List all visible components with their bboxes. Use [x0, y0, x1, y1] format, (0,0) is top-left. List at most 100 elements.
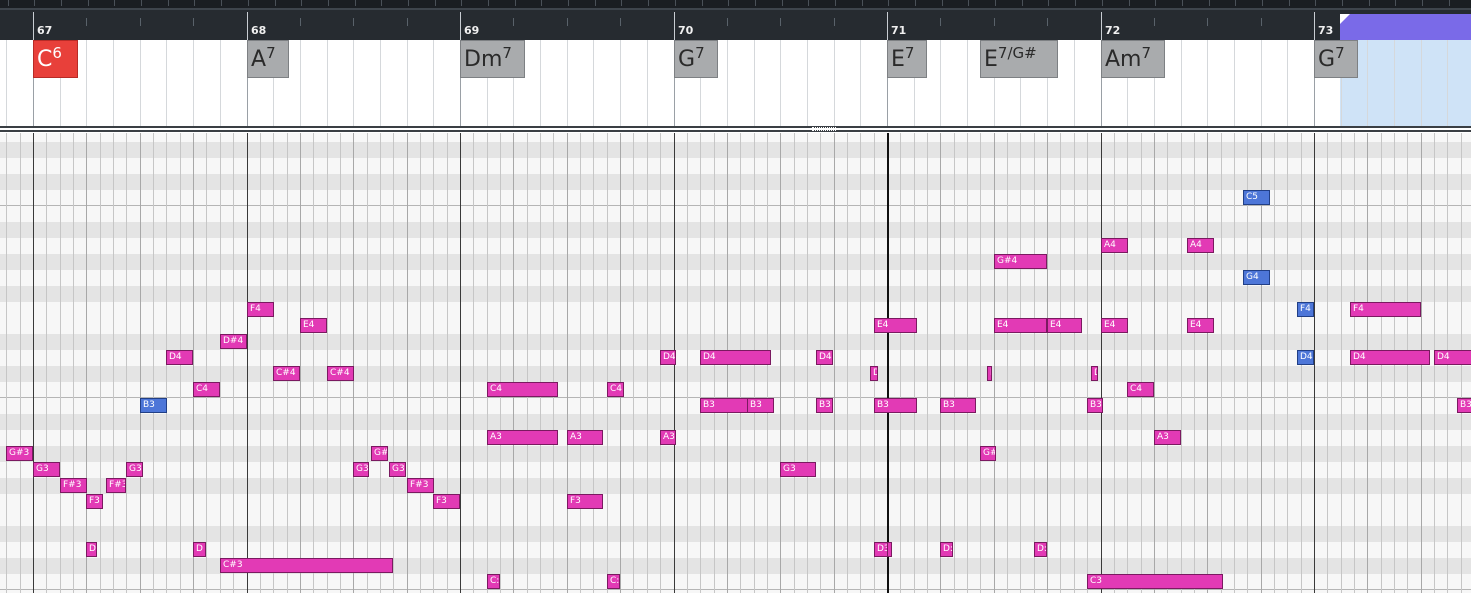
ruler-beat-tick	[1261, 18, 1262, 26]
note-event[interactable]: C#4	[327, 366, 354, 381]
note-event[interactable]: G4	[1243, 270, 1270, 285]
grid-sixteenth-line	[807, 133, 808, 593]
note-event[interactable]: G#4	[994, 254, 1047, 269]
note-event[interactable]: G#3	[6, 446, 33, 461]
cycle-range-handle[interactable]	[1340, 14, 1350, 24]
ruler-top-tick	[888, 0, 889, 6]
note-event[interactable]: G3	[353, 462, 369, 477]
chord-event[interactable]: Dm7	[460, 40, 525, 78]
ruler-top-tick	[141, 0, 142, 6]
note-grid[interactable]: G#3 G3 F#3 F3 F#3 G3 B3 D4 C4 D D D#4 F4 C#4 E4 C#4 C#3 G…	[0, 133, 1471, 593]
note-event[interactable]: E4	[994, 318, 1047, 333]
note-event[interactable]: C4	[1127, 382, 1154, 397]
note-event[interactable]: D	[1091, 366, 1098, 381]
note-event[interactable]: G3	[780, 462, 816, 477]
divider-grip-handle[interactable]	[812, 127, 836, 131]
note-event[interactable]: C3	[1087, 574, 1223, 589]
note-event[interactable]: C#4	[273, 366, 300, 381]
note-event[interactable]: C5	[1243, 190, 1270, 205]
ruler-top-tick	[1129, 0, 1130, 6]
note-event[interactable]: G3	[389, 462, 406, 477]
chord-track[interactable]: C6 A7 Dm7 G7 E7 E7/G# Am7 G7	[0, 40, 1471, 126]
grid-sixteenth-line	[967, 133, 968, 593]
grid-sixteenth-line	[1141, 133, 1142, 593]
note-event[interactable]: B3	[816, 398, 833, 413]
chord-grid-line	[86, 40, 87, 126]
note-event[interactable]: B3	[140, 398, 167, 413]
note-event[interactable]: B3	[1087, 398, 1103, 413]
note-event[interactable]: A3	[1154, 430, 1181, 445]
note-event[interactable]: C4	[487, 382, 558, 397]
note-event[interactable]: F4	[1297, 302, 1314, 317]
grid-sixteenth-line	[1167, 133, 1168, 593]
note-event[interactable]: B3	[940, 398, 976, 413]
note-event[interactable]: C:	[487, 574, 500, 589]
note-event[interactable]: D#4	[220, 334, 247, 349]
note-event[interactable]: G3	[126, 462, 143, 477]
chord-event[interactable]: E7	[887, 40, 927, 78]
note-event[interactable]: A4	[1101, 238, 1128, 253]
note-event[interactable]: A3	[567, 430, 603, 445]
note-event[interactable]: E4	[874, 318, 917, 333]
grid-sixteenth-line	[287, 133, 288, 593]
divider-line	[0, 126, 1471, 128]
note-event[interactable]: A3	[660, 430, 676, 445]
note-event[interactable]: C#3	[220, 558, 393, 573]
note-event[interactable]: E4	[1047, 318, 1082, 333]
chord-event[interactable]: A7	[247, 40, 289, 78]
note-event[interactable]: D4	[700, 350, 771, 365]
note-event[interactable]: D	[193, 542, 206, 557]
note-event[interactable]: G#	[371, 446, 388, 461]
ruler-top-tick	[942, 0, 943, 6]
note-event[interactable]: F#3	[60, 478, 87, 493]
note-event[interactable]: D4	[1350, 350, 1430, 365]
note-event[interactable]: F3	[86, 494, 103, 509]
note-event[interactable]: D4	[1297, 350, 1314, 365]
note-event[interactable]: F4	[247, 302, 274, 317]
note-event[interactable]: C4	[193, 382, 220, 397]
note-event[interactable]: F4	[1350, 302, 1421, 317]
timeline-ruler[interactable]: 67 68 69 70 71 72 73	[0, 0, 1471, 40]
note-event[interactable]: G3	[33, 462, 60, 477]
note-event[interactable]: C:	[607, 574, 620, 589]
grid-sixteenth-line	[6, 133, 7, 593]
grid-sixteenth-line	[380, 133, 381, 593]
chord-event[interactable]: C6	[33, 40, 78, 78]
note-event[interactable]	[887, 542, 892, 557]
note-event[interactable]: A3	[487, 430, 558, 445]
note-event[interactable]: E4	[1101, 318, 1128, 333]
ruler-top-tick	[381, 0, 382, 6]
note-event[interactable]: E4	[300, 318, 327, 333]
note-event[interactable]: B3	[874, 398, 917, 413]
note-event[interactable]: F3	[567, 494, 603, 509]
note-event[interactable]: A4	[1187, 238, 1214, 253]
note-event[interactable]: D4	[816, 350, 833, 365]
note-event[interactable]: C4	[607, 382, 624, 397]
note-event[interactable]: F3	[433, 494, 460, 509]
note-event[interactable]: G#	[980, 446, 996, 461]
note-event[interactable]: D:	[1034, 542, 1047, 557]
chord-event[interactable]: G7	[1314, 40, 1358, 78]
note-event[interactable]: B3	[1457, 398, 1471, 413]
note-event[interactable]: D	[870, 366, 878, 381]
note-event[interactable]: D	[86, 542, 97, 557]
grid-sixteenth-line	[553, 133, 554, 593]
chord-event[interactable]: Am7	[1101, 40, 1165, 78]
grid-beat-line	[353, 133, 354, 593]
chord-event[interactable]: G7	[674, 40, 718, 78]
note-event[interactable]: D4	[660, 350, 676, 365]
grid-sixteenth-line	[1274, 133, 1275, 593]
note-event[interactable]: E4	[1187, 318, 1214, 333]
note-event[interactable]: B3	[747, 398, 774, 413]
grid-beat-line	[300, 133, 301, 593]
grid-sixteenth-line	[1341, 133, 1342, 593]
note-event[interactable]: D4	[166, 350, 193, 365]
note-event[interactable]: D:	[940, 542, 953, 557]
cycle-range[interactable]	[1340, 14, 1471, 40]
note-event[interactable]: F#3	[407, 478, 434, 493]
chord-event[interactable]: E7/G#	[980, 40, 1058, 78]
note-event[interactable]: D	[987, 366, 992, 381]
lane-divider[interactable]	[0, 126, 1471, 133]
note-event[interactable]: F#3	[106, 478, 126, 493]
note-event[interactable]: D4	[1434, 350, 1471, 365]
